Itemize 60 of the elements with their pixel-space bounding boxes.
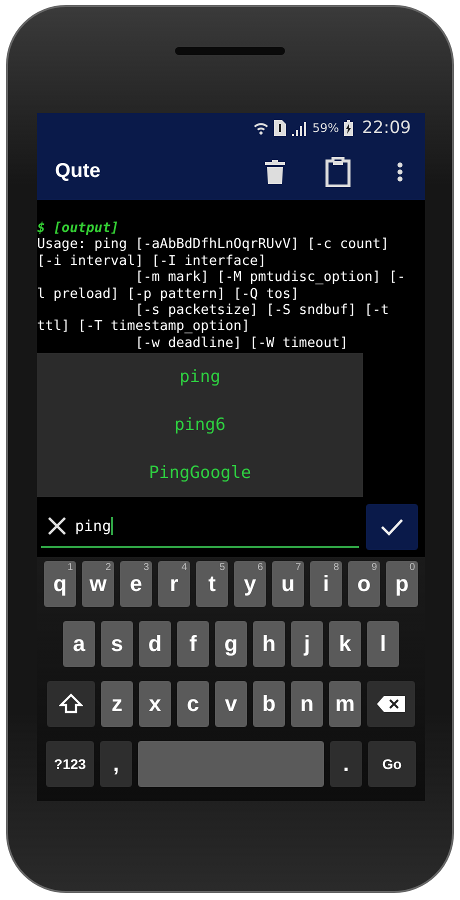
terminal-line: [-s packetsize] [-S sndbuf] [-t [134, 302, 390, 318]
confirm-button[interactable] [366, 504, 418, 550]
battery-charging-icon [344, 120, 353, 136]
terminal-line: l preload] [-p pattern] [-Q tos] [37, 286, 300, 302]
keyboard-key[interactable]: j [291, 621, 323, 667]
shift-key[interactable] [47, 681, 95, 727]
sim-card-icon [274, 120, 286, 136]
terminal-line: [-m mark] [-M pmtudisc_option] [- [134, 269, 406, 286]
keyboard-key[interactable]: b [253, 681, 285, 727]
keyboard-key[interactable]: n [291, 681, 323, 727]
suggestion-item[interactable]: ping6 [37, 401, 363, 449]
clipboard-icon[interactable] [325, 156, 351, 186]
shift-arrow-icon [59, 693, 83, 715]
app-title: Qute [55, 160, 102, 183]
keyboard-key[interactable]: . [330, 741, 362, 787]
keyboard-key[interactable]: s [101, 621, 133, 667]
more-options-icon[interactable] [397, 162, 403, 182]
keyboard-key[interactable]: 8 i [310, 561, 342, 607]
keyboard-key[interactable]: h [253, 621, 285, 667]
battery-percentage: 59% [312, 121, 339, 135]
keyboard-key[interactable]: 3 e [120, 561, 152, 607]
clock-time: 22:09 [362, 118, 411, 138]
keyboard-key[interactable]: 7 u [272, 561, 304, 607]
command-input[interactable]: ping [41, 506, 359, 548]
function-key[interactable]: Go [368, 741, 416, 787]
keyboard-key[interactable]: 6 y [234, 561, 266, 607]
keyboard-key[interactable]: 4 r [158, 561, 190, 607]
keyboard-key[interactable]: v [215, 681, 247, 727]
keyboard-key[interactable]: 0 p [386, 561, 418, 607]
suggestion-item[interactable]: ping [37, 353, 363, 401]
trash-icon[interactable] [265, 160, 285, 184]
backspace-icon [376, 695, 406, 713]
keyboard-key[interactable]: 5 t [196, 561, 228, 607]
keyboard-key[interactable]: g [215, 621, 247, 667]
keyboard-key[interactable]: a [63, 621, 95, 667]
checkmark-icon [380, 518, 404, 536]
output-prompt: $ [output] [37, 220, 120, 236]
suggestion-item[interactable]: PingGoogle [37, 449, 363, 497]
close-icon[interactable] [47, 516, 67, 536]
terminal-line: [-w deadline] [-W timeout] [134, 334, 349, 352]
keyboard-key[interactable]: c [177, 681, 209, 727]
terminal-line: ttl] [-T timestamp_option] [37, 318, 251, 335]
function-key[interactable]: ?123 [46, 741, 94, 787]
keyboard-key[interactable]: 9 o [348, 561, 380, 607]
terminal-line: [-i interval] [-I interface] [37, 252, 268, 270]
keyboard-key[interactable]: 1 q [44, 561, 76, 607]
keyboard-key[interactable]: , [100, 741, 132, 787]
keyboard-key[interactable]: 2 w [82, 561, 114, 607]
input-value: ping [75, 517, 112, 535]
keyboard-key[interactable]: f [177, 621, 209, 667]
signal-icon [291, 120, 308, 136]
keyboard-key[interactable]: l [367, 621, 399, 667]
keyboard-key[interactable]: z [101, 681, 133, 727]
keyboard-key[interactable]: d [139, 621, 171, 667]
keyboard-key[interactable]: k [329, 621, 361, 667]
wifi-icon [253, 120, 270, 136]
keyboard-key[interactable]: x [139, 681, 171, 727]
keyboard-key[interactable]: m [329, 681, 361, 727]
backspace-key[interactable] [367, 681, 415, 727]
terminal-line: Usage: ping [-aAbBdDfhLnOqrRUvV] [-c count] [37, 236, 390, 253]
